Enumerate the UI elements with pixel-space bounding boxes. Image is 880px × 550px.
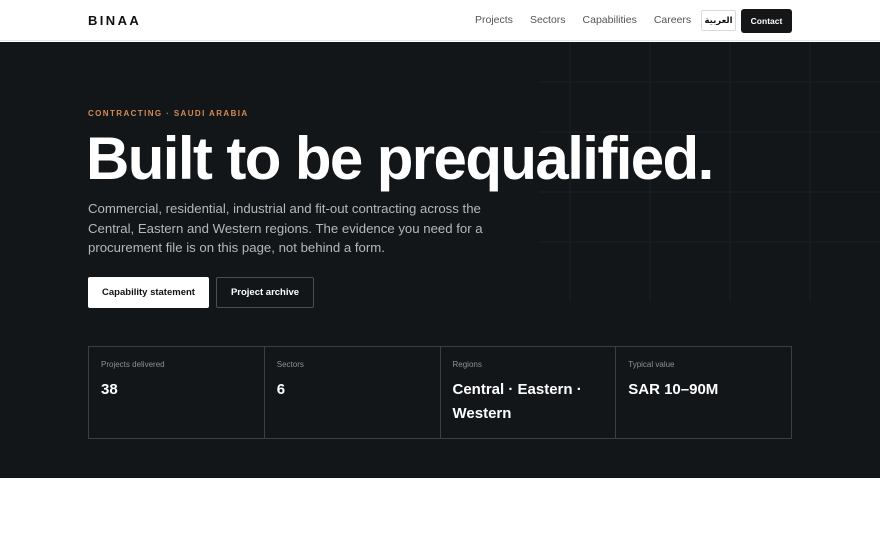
hero-headline: Built to be prequalified. [86,125,714,192]
nav-link-sectors[interactable]: Sectors [530,14,566,26]
capability-statement-button[interactable]: Capability statement [88,277,209,308]
project-archive-button[interactable]: Project archive [216,277,314,308]
language-toggle-button[interactable]: العربية [701,10,736,31]
hero-eyebrow: CONTRACTING · SAUDI ARABIA [88,109,249,118]
stat-value: 38 [101,381,118,398]
stat-typical-value: Typical value SAR 10–90M [616,347,791,438]
top-navigation-bar: BINAA Projects Sectors Capabilities Care… [0,0,880,41]
stat-regions: Regions Central · Eastern · Western [441,347,617,438]
nav-link-projects[interactable]: Projects [475,14,513,26]
stat-label: Sectors [276,360,304,369]
stat-label: Typical value [628,360,675,369]
nav-link-capabilities[interactable]: Capabilities [583,14,637,26]
stat-value: 6 [276,381,286,398]
stat-value: Central · Eastern · Western [452,381,582,422]
contact-button[interactable]: Contact [741,9,792,33]
stats-panel: Projects delivered 38 Sectors 6 Regions … [88,346,792,439]
hero-description: Commercial, residential, industrial and … [88,201,483,255]
hero-section: CONTRACTING · SAUDI ARABIA Built to be p… [0,42,880,478]
stat-projects-delivered: Projects delivered 38 [89,347,265,438]
stat-label: Regions [452,360,482,369]
stat-value: SAR 10–90M [628,381,719,398]
main-nav: Projects Sectors Capabilities Careers [475,14,691,26]
brand-logo[interactable]: BINAA [88,13,141,28]
stat-label: Projects delivered [101,360,165,369]
nav-link-careers[interactable]: Careers [654,14,691,26]
stat-sectors: Sectors 6 [265,347,441,438]
